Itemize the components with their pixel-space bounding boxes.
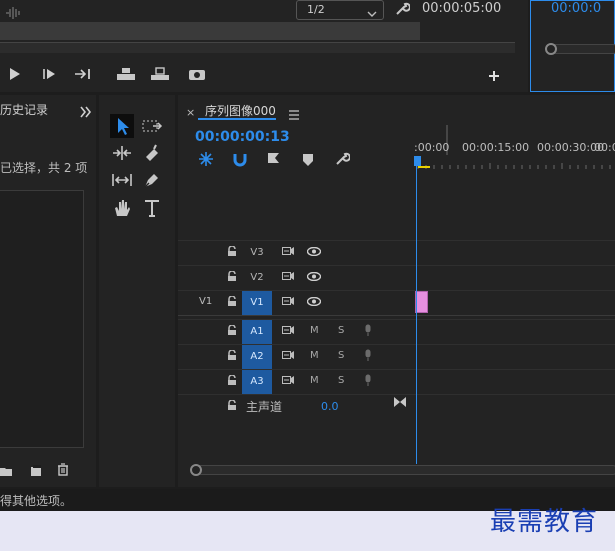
track-target-a2[interactable]: A2 <box>242 345 272 369</box>
lift-icon[interactable] <box>116 66 136 85</box>
track-select-tool-icon[interactable] <box>140 114 164 138</box>
ripple-edit-tool-icon[interactable] <box>110 141 134 165</box>
step-forward-icon[interactable] <box>42 66 58 85</box>
history-panel-title[interactable]: 历史记录 <box>0 101 48 118</box>
lock-icon-v2[interactable] <box>227 271 237 282</box>
add-button-icon[interactable] <box>488 67 500 86</box>
sync-lock-icon-a1[interactable] <box>282 325 294 335</box>
history-list[interactable] <box>0 190 84 448</box>
sync-lock-icon-v2[interactable] <box>282 271 294 281</box>
trash-icon[interactable] <box>57 461 69 480</box>
sequence-tab-title[interactable]: 序列图像000 <box>205 102 276 119</box>
mute-a3[interactable]: M <box>310 375 319 386</box>
camera-icon[interactable] <box>188 66 206 85</box>
hamburger-menu-icon[interactable] <box>288 105 300 124</box>
type-tool-icon[interactable] <box>140 196 164 220</box>
duration-timecode: 00:00:05:00 <box>422 1 502 16</box>
lock-icon-a3[interactable] <box>227 375 237 386</box>
status-bar-text: 得其他选项。 <box>0 494 73 508</box>
zoom-select-value: 1/2 <box>307 3 325 16</box>
microphone-icon-a2[interactable] <box>364 349 372 362</box>
add-marker-flag-icon[interactable] <box>266 151 282 171</box>
snap-icon[interactable] <box>198 151 214 171</box>
solo-a2[interactable]: S <box>338 350 344 361</box>
lock-icon-a2[interactable] <box>227 350 237 361</box>
mute-a2[interactable]: M <box>310 350 319 361</box>
pen-tool-icon[interactable] <box>140 168 164 192</box>
top-audio-icon <box>6 4 24 19</box>
lock-icon-master[interactable] <box>227 400 237 411</box>
source-patch-v1[interactable]: V1 <box>199 296 212 307</box>
eye-icon-v1[interactable] <box>307 297 321 306</box>
track-target-v2[interactable]: V2 <box>242 266 272 290</box>
playhead-line[interactable] <box>416 165 417 464</box>
new-item-icon[interactable] <box>30 462 42 481</box>
wrench-icon[interactable] <box>394 1 411 21</box>
close-sequence-icon[interactable]: × <box>186 106 195 119</box>
program-monitor-ruler <box>0 42 515 53</box>
track-target-v1[interactable]: V1 <box>242 291 272 315</box>
zoom-select[interactable]: 1/2 <box>296 0 384 20</box>
ruler-label-1: 00:00:15:00 <box>462 141 530 154</box>
eye-icon-v3[interactable] <box>307 247 321 256</box>
eye-icon-v2[interactable] <box>307 272 321 281</box>
track-target-v3[interactable]: V3 <box>242 241 272 265</box>
ruler-label-3: 00:0 <box>594 141 615 154</box>
lock-icon-v3[interactable] <box>227 246 237 257</box>
mute-a1[interactable]: M <box>310 325 319 336</box>
watermark-logo: 最需教育 <box>490 507 599 537</box>
master-track-value[interactable]: 0.0 <box>321 400 339 413</box>
source-monitor-timecode: 00:00:0 <box>551 1 602 16</box>
razor-tool-icon[interactable] <box>140 141 164 165</box>
sync-lock-icon-a2[interactable] <box>282 350 294 360</box>
extract-icon[interactable] <box>150 66 170 85</box>
work-area-bar[interactable] <box>418 166 430 168</box>
ruler-label-0: :00:00 <box>414 141 450 154</box>
linked-selection-icon[interactable] <box>232 151 248 171</box>
lock-icon-v1[interactable] <box>227 296 237 307</box>
solo-a1[interactable]: S <box>338 325 344 336</box>
lock-icon-a1[interactable] <box>227 325 237 336</box>
play-icon[interactable] <box>8 66 22 85</box>
master-track-name: 主声道 <box>246 400 283 414</box>
program-monitor-scrub-area[interactable] <box>0 22 420 40</box>
microphone-icon-a1[interactable] <box>364 324 372 337</box>
current-timecode[interactable]: 00:00:00:13 <box>195 129 290 145</box>
timeline-scroll-handle[interactable] <box>190 464 202 476</box>
chevron-down-icon <box>367 4 377 23</box>
hand-tool-icon[interactable] <box>110 196 134 220</box>
sync-lock-icon-a3[interactable] <box>282 375 294 385</box>
timeline-settings-wrench-icon[interactable] <box>334 151 351 171</box>
marker-icon[interactable] <box>302 152 314 171</box>
selection-tool-icon[interactable] <box>110 114 134 138</box>
go-to-out-icon[interactable] <box>74 66 92 85</box>
timeline-horizontal-scrollbar[interactable] <box>194 465 615 475</box>
microphone-icon-a3[interactable] <box>364 374 372 387</box>
track-target-a3[interactable]: A3 <box>242 370 272 394</box>
track-target-a1[interactable]: A1 <box>242 320 272 344</box>
solo-a3[interactable]: S <box>338 375 344 386</box>
history-selection-text: 已选择，共 2 项 <box>0 161 88 175</box>
sync-lock-icon-v1[interactable] <box>282 296 294 306</box>
playhead-handle[interactable] <box>414 156 421 166</box>
sync-lock-icon-v3[interactable] <box>282 246 294 256</box>
source-monitor-scroll-handle[interactable] <box>545 43 557 55</box>
panel-menu-chevron-icon[interactable] <box>80 103 92 122</box>
folder-icon[interactable] <box>0 462 12 481</box>
go-to-edit-point-icon[interactable] <box>394 397 406 407</box>
slip-tool-icon[interactable] <box>110 168 134 192</box>
sequence-tab-underline <box>198 118 276 120</box>
